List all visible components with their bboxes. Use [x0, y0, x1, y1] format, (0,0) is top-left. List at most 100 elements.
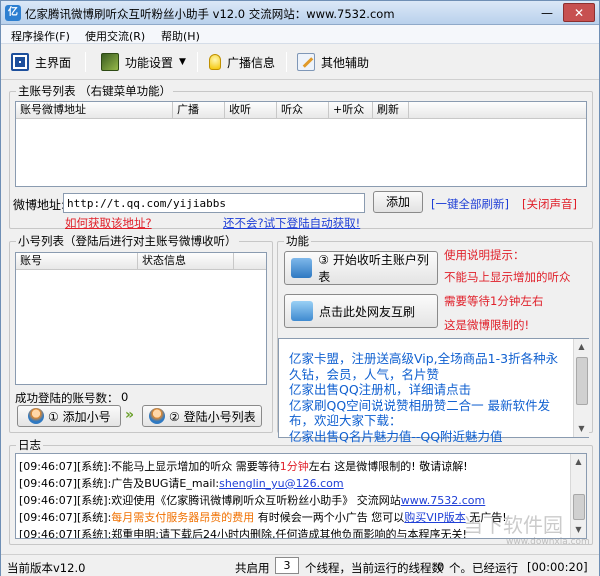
- add-sub-account-label: ① 添加小号: [48, 409, 111, 424]
- settings-button[interactable]: 功能设置 ▼: [101, 51, 186, 73]
- col-refresh[interactable]: 刷新: [373, 102, 409, 118]
- log-time: [09:46:07]: [19, 511, 77, 524]
- user-icon: [28, 408, 44, 424]
- start-listen-button[interactable]: ③ 开始收听主账户列表: [284, 251, 438, 285]
- scroll-down-icon[interactable]: ▼: [571, 522, 586, 538]
- main-account-header: 账号微博地址 广播 收听 听众 +听众 刷新: [16, 102, 586, 119]
- start-listen-label: ③ 开始收听主账户列表: [318, 253, 429, 284]
- col-broadcast[interactable]: 广播: [173, 102, 225, 118]
- how-to-get-url-link[interactable]: 如何获取该地址?: [65, 215, 152, 231]
- running-count: 0: [437, 560, 445, 574]
- main-screen-icon: [11, 53, 29, 71]
- log-time: [09:46:07]: [19, 528, 77, 539]
- col-status[interactable]: 状态信息: [138, 253, 234, 269]
- refresh-all-link[interactable]: [一键全部刷新]: [431, 196, 509, 212]
- sub-account-table[interactable]: 账号 状态信息: [15, 252, 267, 385]
- other-tools-button[interactable]: 其他辅助: [297, 51, 369, 73]
- main-screen-button[interactable]: 主界面: [11, 51, 71, 73]
- login-sub-accounts-button[interactable]: ② 登陆小号列表: [142, 405, 262, 427]
- app-window: 亿 亿家腾讯微博刷听众互听粉丝小助手 v12.0 交流网站：www.7532.c…: [0, 0, 600, 576]
- add-url-button[interactable]: 添加: [373, 191, 423, 213]
- minimize-button[interactable]: —: [536, 3, 558, 22]
- edit-icon: [297, 53, 315, 71]
- scroll-up-icon[interactable]: ▲: [571, 454, 586, 470]
- settings-icon: [101, 53, 119, 71]
- tip-line: 需要等待1分钟左右: [444, 294, 544, 308]
- log-message: 不能马上显示增加的听众 需要等待: [111, 460, 280, 473]
- col-weibo-url[interactable]: 账号微博地址: [16, 102, 173, 118]
- mutual-brush-label: 点击此处网友互刷: [319, 304, 416, 319]
- log-message: 广告及BUG请E_mail:: [111, 477, 220, 490]
- auto-login-link[interactable]: 还不会?试下登陆自动获取!: [223, 215, 360, 231]
- buy-vip-link[interactable]: 购买VIP版本: [404, 511, 465, 524]
- arrow-icon: »: [125, 407, 135, 423]
- mute-sound-link[interactable]: [关闭声音]: [522, 196, 577, 212]
- user-icon: [149, 408, 165, 424]
- menu-bar: 程序操作(F) 使用交流(R) 帮助(H): [1, 25, 599, 44]
- threads-mid: 个线程，当前运行的线程数: [305, 561, 443, 575]
- col-account[interactable]: 账号: [16, 253, 138, 269]
- log-message: 欢迎使用《亿家腾讯微博刷听众互听粉丝小助手》 交流网站: [111, 494, 401, 507]
- scroll-thumb[interactable]: [576, 357, 588, 405]
- title-bar: 亿 亿家腾讯微博刷听众互听粉丝小助手 v12.0 交流网站：www.7532.c…: [1, 1, 599, 25]
- close-button[interactable]: ✕: [563, 3, 595, 22]
- scroll-down-icon[interactable]: ▼: [574, 421, 589, 437]
- main-account-legend: 主账号列表 （右键菜单功能）: [18, 84, 172, 98]
- chevron-down-icon: ▼: [179, 57, 186, 67]
- other-tools-label: 其他辅助: [321, 55, 370, 70]
- log-line: [09:46:07][系统]:广告及BUG请E_mail:shenglin_yu…: [19, 475, 344, 490]
- add-sub-account-button[interactable]: ① 添加小号: [17, 405, 121, 427]
- watermark: 当下软件园: [463, 513, 563, 537]
- log-line: [09:46:07][系统]:每月需支付服务器昂贵的费用 有时候会一两个小广告 …: [19, 509, 507, 524]
- status-bar: 当前版本v12.0 共启用 个线程，当前运行的线程数 0 个。已经运行 [00:…: [1, 554, 599, 576]
- broadcast-button[interactable]: 广播信息: [209, 51, 275, 73]
- toolbar-separator: [197, 52, 198, 72]
- log-scrollbar[interactable]: ▲ ▼: [570, 454, 586, 538]
- log-legend: 日志: [18, 438, 41, 452]
- col-listeners[interactable]: 听众: [277, 102, 329, 118]
- elapsed-time: [00:00:20]: [527, 560, 588, 574]
- settings-label: 功能设置: [125, 55, 174, 70]
- toolbar-separator: [286, 52, 287, 72]
- menu-program[interactable]: 程序操作(F): [11, 28, 70, 44]
- email-link[interactable]: shenglin_yu@126.com: [219, 477, 343, 490]
- log-line: [09:46:07][系统]:欢迎使用《亿家腾讯微博刷听众互听粉丝小助手》 交流…: [19, 492, 485, 507]
- toolbar-separator: [85, 52, 86, 72]
- website-link[interactable]: www.7532.com: [401, 494, 485, 507]
- log-line: [09:46:07][系统]:郑重申明:请下载后24小时内删除,任何造成其他负面…: [19, 526, 467, 539]
- menu-help[interactable]: 帮助(H): [161, 28, 200, 44]
- ad-panel[interactable]: 亿家卡盟，注册送高级Vip,全场商品1-3折各种永久钻，会员，人气，名片赞 亿家…: [278, 338, 589, 444]
- window-title: 亿家腾讯微博刷听众互听粉丝小助手 v12.0 交流网站：www.7532.com: [25, 7, 395, 21]
- menu-exchange[interactable]: 使用交流(R): [85, 28, 145, 44]
- broadcast-label: 广播信息: [227, 55, 276, 70]
- scroll-thumb[interactable]: [573, 494, 585, 520]
- log-time: [09:46:07]: [19, 460, 77, 473]
- main-screen-label: 主界面: [35, 55, 72, 70]
- thread-count-input[interactable]: [275, 557, 299, 574]
- running-suffix: 个。已经运行: [449, 561, 518, 575]
- tip-line: 不能马上显示增加的听众: [444, 270, 571, 284]
- mutual-brush-button[interactable]: 点击此处网友互刷: [284, 294, 438, 328]
- main-account-table[interactable]: 账号微博地址 广播 收听 听众 +听众 刷新: [15, 101, 587, 187]
- ad-scrollbar[interactable]: ▲ ▼: [573, 339, 589, 437]
- log-source: [系统]:: [77, 528, 112, 539]
- col-following[interactable]: 收听: [225, 102, 277, 118]
- log-message: 左右 这是微博限制的! 敬请谅解!: [308, 460, 468, 473]
- network-icon: [291, 258, 313, 278]
- log-source: [系统]:: [77, 511, 112, 524]
- log-source: [系统]:: [77, 494, 112, 507]
- scroll-up-icon[interactable]: ▲: [574, 339, 589, 355]
- function-legend: 功能: [286, 234, 309, 248]
- network-icon: [291, 301, 313, 321]
- tip-title: 使用说明提示：: [444, 248, 525, 262]
- log-message: 有时候会一两个小广告 您可以: [254, 511, 405, 524]
- col-plus-listeners[interactable]: +听众: [329, 102, 373, 118]
- login-sub-accounts-label: ② 登陆小号列表: [169, 409, 256, 424]
- weibo-url-input[interactable]: [63, 193, 365, 213]
- lightbulb-icon: [209, 54, 221, 70]
- watermark-sub: www.downxia.com: [506, 537, 590, 547]
- ad-text[interactable]: 亿家卡盟，注册送高级Vip,全场商品1-3折各种永久钻，会员，人气，名片赞 亿家…: [289, 351, 569, 444]
- weibo-url-label: 微博地址:: [13, 198, 66, 212]
- log-highlight: 1分钟: [279, 460, 309, 473]
- log-source: [系统]:: [77, 477, 112, 490]
